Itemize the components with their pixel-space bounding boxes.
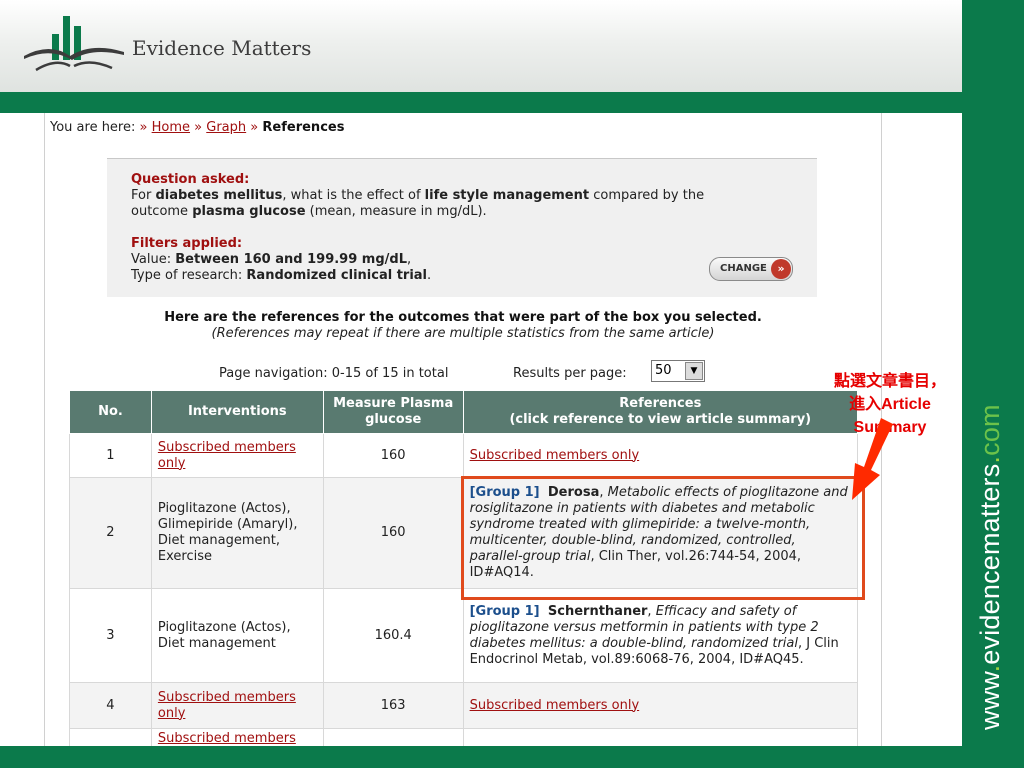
table-row: Subscribed members	[69, 728, 859, 746]
table-row: 1 Subscribed members only 160 Subscribed…	[69, 433, 859, 478]
table-row: 4 Subscribed members only 163 Subscribed…	[69, 682, 859, 729]
results-heading: Here are the references for the outcomes…	[164, 310, 762, 325]
measure-cell: 160	[322, 433, 464, 478]
reference-cell[interactable]: [Group 1] Schernthaner, Efficacy and saf…	[462, 588, 859, 683]
interventions-cell: Subscribed members	[150, 728, 324, 746]
table-header-row: No. Interventions Measure Plasma glucose …	[69, 390, 859, 434]
reference-author: Schernthaner	[547, 603, 648, 619]
reference-cell	[462, 728, 859, 746]
evidence-matters-logo-icon[interactable]	[22, 14, 126, 72]
question-panel: Question asked: For diabetes mellitus, w…	[107, 158, 817, 297]
breadcrumb: You are here: » Home » Graph » Reference…	[50, 120, 345, 135]
breadcrumb-home-link[interactable]: Home	[152, 120, 190, 135]
header-measure: Measure Plasma glucose	[322, 390, 464, 434]
filter-type: Type of research: Randomized clinical tr…	[131, 268, 432, 283]
question-line-2: outcome plasma glucose (mean, measure in…	[131, 204, 487, 219]
change-filters-button[interactable]: CHANGE »	[709, 257, 793, 281]
subscribed-members-link[interactable]: Subscribed members	[158, 731, 296, 746]
question-title: Question asked:	[131, 172, 250, 187]
measure-cell: 163	[322, 682, 464, 729]
brand-name[interactable]: Evidence Matters	[132, 36, 311, 60]
filter-value: Value: Between 160 and 199.99 mg/dL,	[131, 252, 412, 267]
interventions-cell: Pioglitazone (Actos), Glimepiride (Amary…	[150, 477, 324, 589]
filters-title: Filters applied:	[131, 236, 243, 251]
page-navigation: Page navigation: 0-15 of 15 in total	[219, 366, 449, 381]
breadcrumb-current: References	[262, 120, 345, 135]
question-line-1: For diabetes mellitus, what is the effec…	[131, 188, 705, 203]
breadcrumb-graph-link[interactable]: Graph	[206, 120, 246, 135]
footer-band	[0, 746, 962, 768]
results-per-page-label: Results per page:	[513, 366, 627, 381]
row-number: 3	[69, 588, 152, 683]
results-subheading: (References may repeat if there are mult…	[211, 326, 715, 341]
measure-cell: 160.4	[322, 588, 464, 683]
interventions-cell: Subscribed members only	[150, 433, 324, 478]
subscribed-members-link[interactable]: Subscribed members only	[158, 440, 296, 471]
measure-cell: 160	[322, 477, 464, 589]
header-band	[0, 92, 962, 113]
interventions-cell: Pioglitazone (Actos), Diet management	[150, 588, 324, 683]
row-number: 1	[69, 433, 152, 478]
double-chevron-right-icon: »	[771, 259, 791, 279]
measure-cell	[322, 728, 464, 746]
results-per-page-select[interactable]: 50 ▼	[651, 360, 705, 382]
header-interventions: Interventions	[150, 390, 324, 434]
row-number: 4	[69, 682, 152, 729]
group-label: [Group 1]	[469, 603, 540, 619]
highlighted-reference-box	[461, 476, 865, 600]
subscribed-members-link[interactable]: Subscribed members only	[158, 690, 296, 721]
subscribed-members-link[interactable]: Subscribed members only	[470, 448, 640, 463]
annotation-arrow-icon	[852, 418, 893, 500]
row-number	[69, 728, 152, 746]
reference-cell: Subscribed members only	[462, 682, 859, 729]
dropdown-arrow-icon: ▼	[685, 362, 703, 380]
reference-cell: Subscribed members only	[462, 433, 859, 478]
interventions-cell: Subscribed members only	[150, 682, 324, 729]
header-no: No.	[69, 390, 152, 434]
table-row: 3 Pioglitazone (Actos), Diet management …	[69, 588, 859, 683]
row-number: 2	[69, 477, 152, 589]
brand-url: www.evidencematters.com	[975, 404, 1005, 730]
header-references: References (click reference to view artic…	[462, 390, 859, 434]
main-content: You are here: » Home » Graph » Reference…	[44, 113, 882, 746]
subscribed-members-link[interactable]: Subscribed members only	[470, 698, 640, 713]
